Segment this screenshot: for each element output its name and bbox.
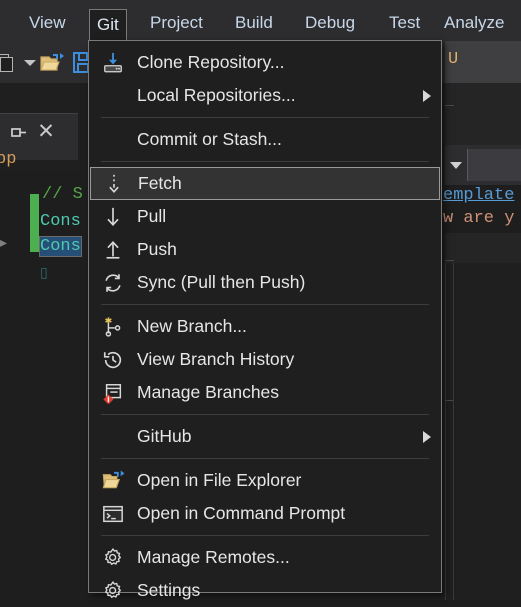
right-field[interactable] bbox=[467, 149, 521, 181]
gear-icon bbox=[90, 541, 136, 574]
menubar-item-analyze[interactable]: Analyze bbox=[437, 10, 511, 36]
gear-icon bbox=[90, 574, 136, 607]
panel-divider bbox=[453, 263, 454, 600]
menu-item-view-branch-history[interactable]: View Branch History bbox=[90, 343, 440, 376]
open-folder-icon[interactable] bbox=[40, 52, 66, 74]
command-prompt-icon bbox=[90, 497, 136, 530]
menu-item-fetch[interactable]: Fetch bbox=[90, 167, 440, 200]
code-line-comment: // S bbox=[42, 185, 83, 204]
code-caret-glyph: ▯ bbox=[40, 266, 48, 282]
pin-icon[interactable] bbox=[10, 124, 28, 142]
editor-margin-glyph: ▸ bbox=[0, 234, 8, 250]
menubar-item-build[interactable]: Build bbox=[228, 10, 280, 36]
chevron-down-icon[interactable] bbox=[450, 162, 462, 169]
code-string-text: w are y bbox=[443, 209, 515, 228]
close-icon[interactable]: ✕ bbox=[36, 121, 56, 142]
menu-separator bbox=[101, 414, 429, 415]
code-line-console-1: Cons bbox=[40, 212, 81, 231]
menu-item-manage-remotes[interactable]: Manage Remotes... bbox=[90, 541, 440, 574]
menu-item-commit-or-stash[interactable]: Commit or Stash... bbox=[90, 123, 440, 156]
menu-separator bbox=[101, 458, 429, 459]
menu-item-pull[interactable]: Pull bbox=[90, 200, 440, 233]
menu-separator bbox=[101, 161, 429, 162]
menu-item-label: Clone Repository... bbox=[137, 52, 285, 72]
right-side-panel bbox=[445, 263, 521, 600]
right-top-label: U bbox=[448, 50, 459, 69]
menu-item-label: Local Repositories... bbox=[137, 85, 296, 105]
menu-item-label: Push bbox=[137, 239, 177, 259]
menu-item-sync[interactable]: Sync (Pull then Push) bbox=[90, 266, 440, 299]
menubar-item-test[interactable]: Test bbox=[382, 10, 427, 36]
menu-item-manage-branches[interactable]: Manage Branches bbox=[90, 376, 440, 409]
right-top-panel: U bbox=[445, 41, 521, 83]
change-indicator-bar bbox=[30, 194, 39, 252]
panel-divider bbox=[445, 105, 454, 106]
push-icon bbox=[90, 233, 136, 266]
right-dropdown-bar bbox=[445, 145, 521, 185]
menubar-item-git[interactable]: Git bbox=[89, 9, 127, 41]
chevron-down-icon[interactable] bbox=[24, 60, 36, 66]
submenu-arrow-icon bbox=[414, 430, 440, 443]
menu-item-new-branch[interactable]: New Branch... bbox=[90, 310, 440, 343]
manage-branches-icon bbox=[90, 376, 136, 409]
menu-separator bbox=[101, 117, 429, 118]
menu-item-label: New Branch... bbox=[137, 316, 247, 336]
menu-item-open-in-command-prompt[interactable]: Open in Command Prompt bbox=[90, 497, 440, 530]
menubar-item-project[interactable]: Project bbox=[143, 10, 210, 36]
new-branch-icon bbox=[90, 310, 136, 343]
menu-item-push[interactable]: Push bbox=[90, 233, 440, 266]
menu-item-label: Fetch bbox=[138, 173, 182, 193]
code-editor bbox=[0, 170, 80, 600]
menu-item-label: Settings bbox=[137, 580, 201, 600]
no-icon bbox=[90, 420, 136, 453]
code-line-console-2: Cons bbox=[39, 236, 82, 257]
menu-item-label: View Branch History bbox=[137, 349, 295, 369]
menubar-item-debug[interactable]: Debug bbox=[298, 10, 362, 36]
menu-separator bbox=[101, 304, 429, 305]
menu-item-label: Open in File Explorer bbox=[137, 470, 302, 490]
pull-icon bbox=[90, 200, 136, 233]
no-icon bbox=[90, 123, 136, 156]
branch-history-icon bbox=[90, 343, 136, 376]
sync-icon bbox=[90, 266, 136, 299]
folder-open-icon bbox=[90, 464, 136, 497]
menu-item-label: GitHub bbox=[137, 426, 192, 446]
menu-item-local-repositories[interactable]: Local Repositories... bbox=[90, 79, 440, 112]
menu-separator bbox=[101, 535, 429, 536]
document-tab-filename[interactable]: pp bbox=[0, 150, 16, 169]
menu-item-github[interactable]: GitHub bbox=[90, 420, 440, 453]
menu-item-label: Pull bbox=[137, 206, 167, 226]
submenu-arrow-icon bbox=[414, 89, 440, 102]
panel-divider bbox=[445, 260, 454, 261]
menu-item-label: Sync (Pull then Push) bbox=[137, 272, 306, 292]
no-icon bbox=[90, 79, 136, 112]
menu-item-open-in-file-explorer[interactable]: Open in File Explorer bbox=[90, 464, 440, 497]
git-dropdown-menu[interactable]: Clone Repository... Local Repositories..… bbox=[88, 40, 442, 600]
menu-item-clone-repository[interactable]: Clone Repository... bbox=[90, 46, 440, 79]
menu-item-label: Manage Branches bbox=[137, 382, 280, 402]
menu-item-label: Commit or Stash... bbox=[137, 129, 282, 149]
menu-item-label: Open in Command Prompt bbox=[137, 503, 346, 523]
code-link-text: emplate bbox=[443, 186, 515, 205]
fetch-icon bbox=[91, 167, 137, 200]
menu-item-label: Manage Remotes... bbox=[137, 547, 290, 567]
menubar-item-view[interactable]: View bbox=[22, 10, 73, 36]
menu-item-settings[interactable]: Settings bbox=[90, 574, 440, 607]
window-stack-icon[interactable] bbox=[0, 54, 18, 74]
right-low-panel bbox=[445, 233, 521, 263]
right-mid-panel bbox=[445, 83, 521, 145]
clone-repository-icon bbox=[90, 46, 136, 79]
right-code-fragment: emplate w are y bbox=[443, 185, 521, 233]
